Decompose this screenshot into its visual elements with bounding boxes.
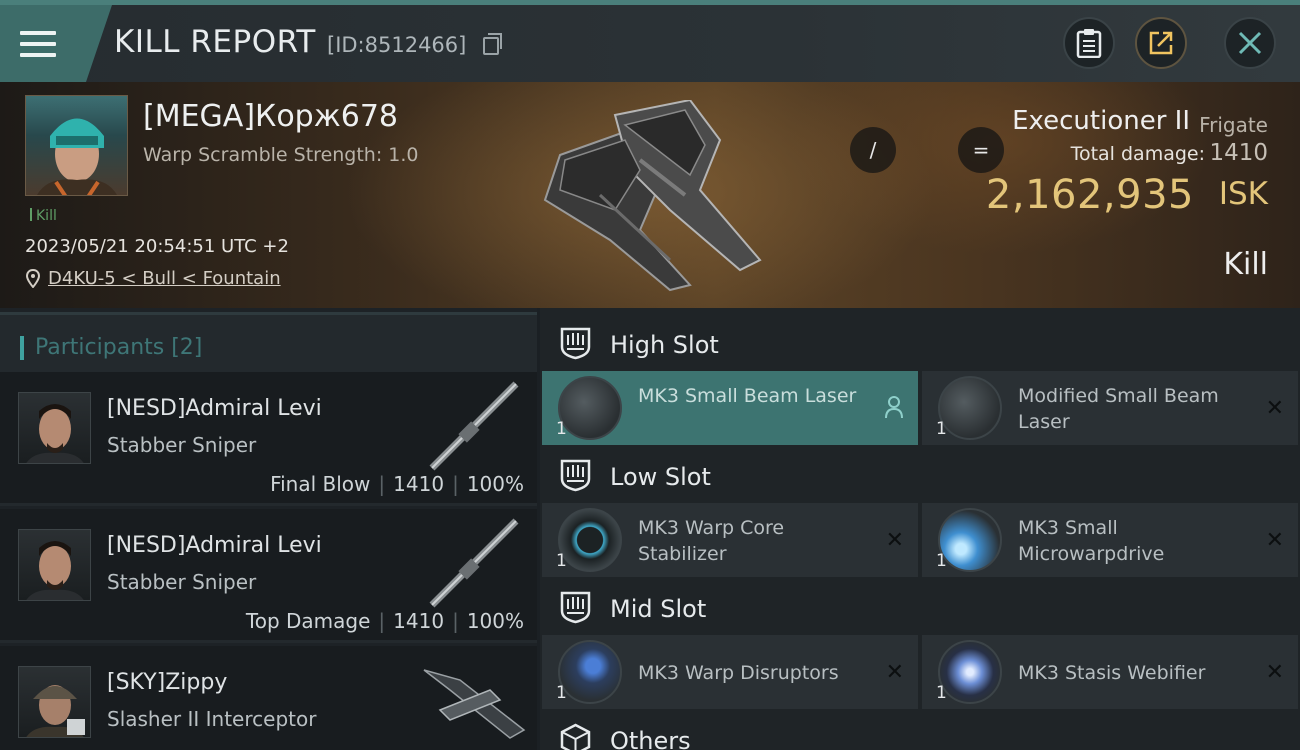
cube-icon bbox=[560, 723, 591, 750]
high-slot-title: High Slot bbox=[610, 331, 719, 359]
participants-accent-bar bbox=[20, 336, 24, 360]
participant-role: Top Damage bbox=[245, 609, 371, 633]
total-damage-value: 1410 bbox=[1209, 140, 1268, 166]
module-name: MK3 Small Beam Laser bbox=[638, 385, 857, 407]
participant-stats: Final Blow | 1410 | 100% bbox=[270, 472, 524, 496]
participants-panel: Participants [2] [NESD]Admiral Levi Stab… bbox=[0, 308, 537, 750]
module-item[interactable]: 1 MK3 Small Beam Laser bbox=[542, 371, 918, 445]
victim-ship-image[interactable] bbox=[520, 100, 770, 295]
module-quantity: 1 bbox=[556, 683, 567, 703]
fitting-panel: High Slot 1 MK3 Small Beam Laser 1 Modif… bbox=[540, 308, 1300, 750]
shield-icon bbox=[560, 327, 591, 360]
participant-card[interactable]: [SKY]Zippy Slasher II Interceptor bbox=[0, 646, 537, 750]
module-item[interactable]: 1 MK3 Small Microwarpdrive ✕ bbox=[922, 503, 1298, 577]
pin-icon bbox=[26, 269, 40, 288]
isk-value: 2,162,935 bbox=[985, 172, 1194, 218]
module-quantity: 1 bbox=[936, 419, 947, 439]
kill-timestamp: 2023/05/21 20:54:51 UTC +2 bbox=[25, 236, 289, 257]
module-quantity: 1 bbox=[556, 419, 567, 439]
module-name: MK3 Stasis Webifier bbox=[1018, 662, 1206, 684]
warp-disruptor-icon bbox=[558, 640, 622, 704]
clipboard-icon bbox=[1076, 29, 1102, 58]
participant-ship: Stabber Sniper bbox=[107, 570, 257, 594]
victim-ship-class: Frigate bbox=[1199, 113, 1268, 137]
warp-core-stabilizer-icon bbox=[558, 508, 622, 572]
victim-name[interactable]: [MEGA]Корж678 bbox=[143, 99, 398, 134]
weapon-image bbox=[429, 518, 519, 608]
module-quantity: 1 bbox=[936, 683, 947, 703]
participant-damage: 1410 bbox=[393, 472, 445, 496]
microwarpdrive-icon bbox=[938, 508, 1002, 572]
beam-laser-icon bbox=[938, 376, 1002, 440]
participant-name[interactable]: [SKY]Zippy bbox=[107, 670, 227, 695]
x-mark-icon: ✕ bbox=[1265, 660, 1284, 685]
menu-icon bbox=[20, 31, 56, 57]
module-item[interactable]: 1 MK3 Stasis Webifier ✕ bbox=[922, 635, 1298, 709]
outcome-label: Kill bbox=[1223, 247, 1268, 282]
participant-card[interactable]: [NESD]Admiral Levi Stabber Sniper Final … bbox=[0, 372, 537, 506]
close-icon bbox=[1238, 31, 1262, 55]
participant-percent: 100% bbox=[466, 609, 524, 633]
participants-header: Participants [2] bbox=[0, 312, 537, 372]
victim-ship-name[interactable]: Executioner II bbox=[1012, 106, 1190, 136]
participant-stats: Top Damage | 1410 | 100% bbox=[245, 609, 524, 633]
total-damage-label: Total damage: bbox=[1070, 143, 1205, 165]
participant-card[interactable]: [NESD]Admiral Levi Stabber Sniper Top Da… bbox=[0, 509, 537, 643]
others-title: Others bbox=[610, 727, 691, 750]
close-button[interactable] bbox=[1224, 17, 1276, 69]
module-quantity: 1 bbox=[556, 551, 567, 571]
participant-name[interactable]: [NESD]Admiral Levi bbox=[107, 396, 322, 421]
others-header: Others bbox=[540, 709, 1300, 750]
victim-avatar bbox=[37, 118, 117, 195]
stasis-webifier-icon bbox=[938, 640, 1002, 704]
copy-icon[interactable] bbox=[483, 33, 502, 55]
page-title: KILL REPORT bbox=[114, 24, 316, 60]
share-icon bbox=[1149, 31, 1173, 55]
operator-equals: = bbox=[958, 127, 1004, 173]
participant-ship: Slasher II Interceptor bbox=[107, 707, 317, 731]
share-button[interactable] bbox=[1135, 17, 1187, 69]
high-slot-header: High Slot bbox=[540, 313, 1300, 375]
module-quantity: 1 bbox=[936, 551, 947, 571]
weapon-image bbox=[429, 381, 519, 471]
shield-icon bbox=[560, 459, 591, 492]
participant-damage: 1410 bbox=[393, 609, 445, 633]
avatar bbox=[18, 392, 91, 464]
x-mark-icon: ✕ bbox=[1265, 528, 1284, 553]
mid-slot-header: Mid Slot bbox=[540, 577, 1300, 639]
operator-slash: / bbox=[850, 127, 896, 173]
victim-portrait[interactable] bbox=[25, 95, 128, 196]
participant-name[interactable]: [NESD]Admiral Levi bbox=[107, 533, 322, 558]
module-name: MK3 Small Microwarpdrive bbox=[1018, 517, 1165, 565]
isk-unit: ISK bbox=[1218, 176, 1268, 212]
participant-ship: Stabber Sniper bbox=[107, 433, 257, 457]
location-link[interactable]: D4KU-5 < Bull < Fountain bbox=[48, 268, 281, 289]
report-id: [ID:8512466] bbox=[327, 33, 467, 57]
avatar bbox=[18, 529, 91, 601]
beam-laser-icon bbox=[558, 376, 622, 440]
ship-image bbox=[423, 669, 526, 739]
low-slot-header: Low Slot bbox=[540, 445, 1300, 507]
module-name: MK3 Warp Disruptors bbox=[638, 662, 839, 684]
module-item[interactable]: 1 MK3 Warp Core Stabilizer ✕ bbox=[542, 503, 918, 577]
module-name: MK3 Warp Core Stabilizer bbox=[638, 517, 785, 565]
clipboard-button[interactable] bbox=[1063, 17, 1115, 69]
person-icon bbox=[885, 396, 903, 419]
x-mark-icon: ✕ bbox=[885, 660, 904, 685]
shield-icon bbox=[560, 591, 591, 624]
avatar bbox=[18, 666, 91, 738]
victim-subtitle: Warp Scramble Strength: 1.0 bbox=[143, 144, 419, 166]
x-mark-icon: ✕ bbox=[885, 528, 904, 553]
low-slot-title: Low Slot bbox=[610, 463, 711, 491]
x-mark-icon: ✕ bbox=[1265, 396, 1284, 421]
module-name: Modified Small Beam Laser bbox=[1018, 385, 1219, 433]
participant-percent: 100% bbox=[466, 472, 524, 496]
mid-slot-title: Mid Slot bbox=[610, 595, 707, 623]
module-item[interactable]: 1 Modified Small Beam Laser ✕ bbox=[922, 371, 1298, 445]
kill-tag: Kill bbox=[30, 208, 57, 224]
participant-role: Final Blow bbox=[270, 472, 371, 496]
module-item[interactable]: 1 MK3 Warp Disruptors ✕ bbox=[542, 635, 918, 709]
participants-title: Participants [2] bbox=[35, 335, 203, 360]
